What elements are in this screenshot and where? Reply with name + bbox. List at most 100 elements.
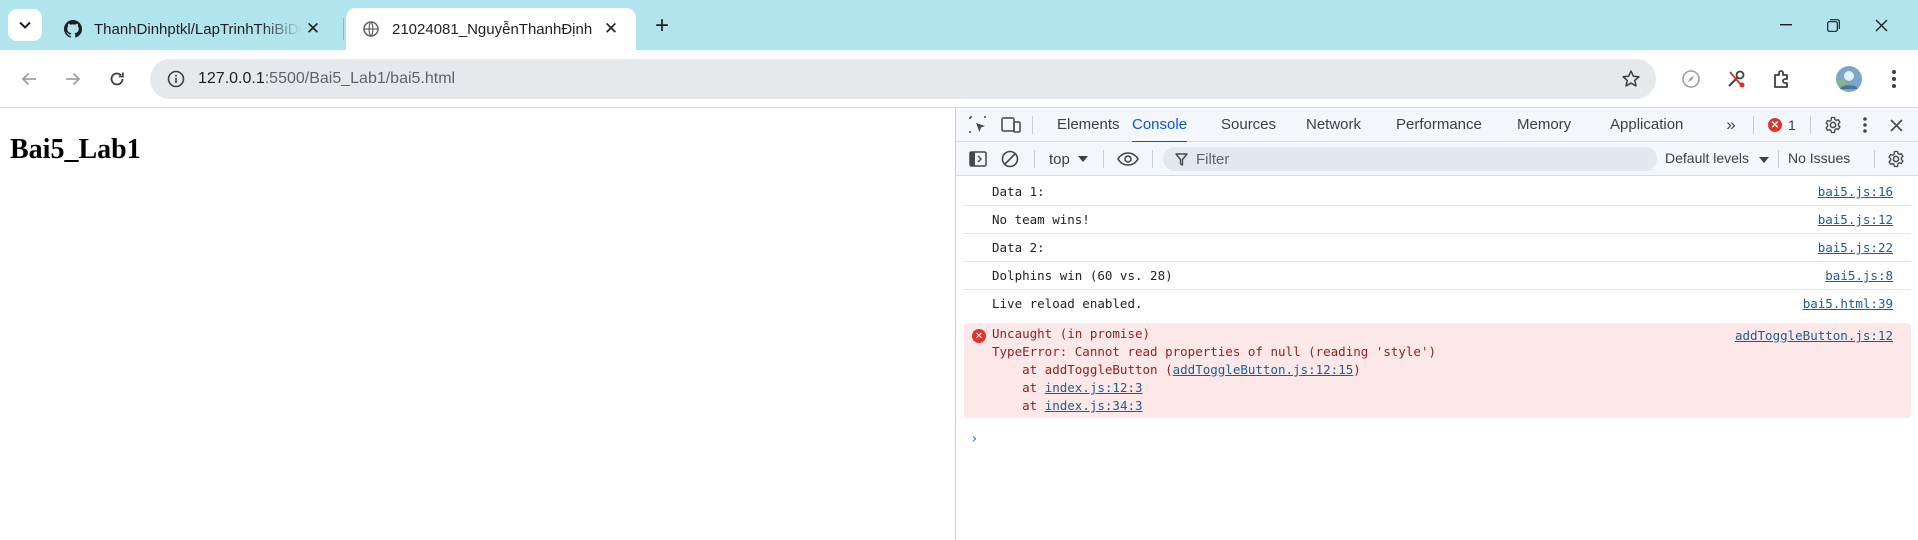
filter-placeholder: Filter xyxy=(1196,150,1230,168)
chevron-down-icon xyxy=(19,21,31,29)
more-vert-icon[interactable] xyxy=(1880,65,1908,93)
close-devtools-icon[interactable] xyxy=(1885,114,1907,136)
source-link[interactable]: addToggleButton.js:12 xyxy=(1735,327,1893,345)
tab-application[interactable]: Application xyxy=(1610,108,1683,142)
message-text: Dolphins win (60 vs. 28) xyxy=(992,268,1173,283)
source-link[interactable]: bai5.js:8 xyxy=(1825,262,1893,290)
extensions-icon[interactable] xyxy=(1768,65,1796,93)
toolbar-divider xyxy=(1032,116,1033,134)
tab-console[interactable]: Console xyxy=(1132,108,1188,143)
console-settings-gear-icon[interactable] xyxy=(1885,148,1907,170)
restore-icon xyxy=(1826,18,1840,32)
inspect-element-icon[interactable] xyxy=(967,114,989,136)
close-icon[interactable]: ✕ xyxy=(600,18,622,40)
device-toolbar-icon[interactable] xyxy=(1000,114,1022,136)
source-link[interactable]: bai5.js:12 xyxy=(1818,206,1893,234)
issues-button[interactable]: No Issues xyxy=(1788,150,1850,166)
stack-prefix: at xyxy=(992,398,1045,413)
clear-console-icon[interactable] xyxy=(999,148,1021,170)
toolbar-divider xyxy=(1874,150,1875,168)
toolbar-divider xyxy=(1753,116,1754,134)
tools-icon[interactable] xyxy=(1722,65,1750,93)
stack-frame: at addToggleButton (addToggleButton.js:1… xyxy=(992,361,1361,379)
caret-down-icon xyxy=(1758,157,1769,163)
page-heading: Bai5_Lab1 xyxy=(10,134,141,165)
message-text: Data 1: xyxy=(992,184,1045,199)
tab-github[interactable]: ThanhDinhptkl/LapTrinhThiBiDiDong ✕ xyxy=(48,8,338,50)
console-filter-input[interactable]: Filter xyxy=(1163,147,1657,171)
tab-strip: ThanhDinhptkl/LapTrinhThiBiDiDong ✕ 2102… xyxy=(0,0,1918,50)
tab-search-button[interactable] xyxy=(8,9,42,41)
stack-frame: at index.js:34:3 xyxy=(992,397,1143,415)
console-prompt[interactable]: › xyxy=(970,431,978,447)
eye-icon[interactable] xyxy=(1115,148,1141,170)
message-text: Live reload enabled. xyxy=(992,296,1143,311)
error-message: TypeError: Cannot read properties of nul… xyxy=(992,344,1437,359)
avatar[interactable] xyxy=(1834,64,1864,94)
arrow-left-icon xyxy=(21,72,36,86)
url-path: :5500/Bai5_Lab1/bai5.html xyxy=(264,70,456,87)
toolbar-divider xyxy=(1103,150,1104,168)
console-message: Data 2: bai5.js:22 xyxy=(964,234,1911,262)
minimize-button[interactable] xyxy=(1763,10,1809,40)
new-tab-button[interactable]: + xyxy=(647,12,677,40)
close-window-button[interactable] xyxy=(1858,10,1904,40)
forward-button[interactable] xyxy=(58,64,88,94)
site-info-icon[interactable] xyxy=(156,59,196,99)
more-vert-icon[interactable] xyxy=(1854,114,1876,136)
message-text: Data 2: xyxy=(992,240,1045,255)
back-button[interactable] xyxy=(14,64,44,94)
tab-performance[interactable]: Performance xyxy=(1396,108,1482,142)
error-icon: ✕ xyxy=(972,329,986,343)
stack-link[interactable]: index.js:12:3 xyxy=(1045,380,1143,395)
context-select[interactable]: top xyxy=(1049,149,1088,169)
source-link[interactable]: bai5.html:39 xyxy=(1803,290,1893,318)
close-icon[interactable]: ✕ xyxy=(302,18,324,40)
source-link[interactable]: bai5.js:16 xyxy=(1818,178,1893,206)
minimize-icon xyxy=(1780,24,1792,26)
error-count-badge[interactable]: ✕ 1 xyxy=(1768,115,1796,135)
log-levels-dropdown[interactable]: Default levels xyxy=(1665,150,1769,166)
stack-prefix: at addToggleButton ( xyxy=(992,362,1173,377)
tab-elements[interactable]: Elements xyxy=(1057,108,1120,142)
sidebar-toggle-icon[interactable] xyxy=(967,148,989,170)
stack-link[interactable]: index.js:34:3 xyxy=(1045,398,1143,413)
reload-icon xyxy=(110,72,124,86)
page-viewport: Bai5_Lab1 xyxy=(0,108,955,540)
filter-icon xyxy=(1175,152,1188,166)
context-label: top xyxy=(1049,150,1070,168)
github-icon xyxy=(64,20,82,38)
reload-button[interactable] xyxy=(102,64,132,94)
browser-toolbar: 127.0.0.1:5500/Bai5_Lab1/bai5.html xyxy=(0,50,1918,108)
url-text[interactable]: 127.0.0.1:5500/Bai5_Lab1/bai5.html xyxy=(198,70,455,88)
source-link[interactable]: bai5.js:22 xyxy=(1818,234,1893,262)
stack-link[interactable]: addToggleButton.js:12:15 xyxy=(1173,362,1354,377)
toolbar-divider xyxy=(1810,116,1811,134)
compass-icon[interactable] xyxy=(1677,65,1705,93)
tab-active-page[interactable]: 21024081_NguyễnThanhĐịnh ✕ xyxy=(346,8,636,50)
stack-prefix: at xyxy=(992,380,1045,395)
toolbar-divider xyxy=(1152,150,1153,168)
tab-network[interactable]: Network xyxy=(1306,108,1361,142)
toolbar-divider xyxy=(1034,150,1035,168)
stack-frame: at index.js:12:3 xyxy=(992,379,1143,397)
error-count: 1 xyxy=(1788,117,1796,133)
tab-memory[interactable]: Memory xyxy=(1517,108,1571,142)
settings-gear-icon[interactable] xyxy=(1822,114,1844,136)
toolbar-divider xyxy=(1778,150,1779,168)
tab-sources[interactable]: Sources xyxy=(1221,108,1276,142)
devtools-tabbar: Elements Console Sources Network Perform… xyxy=(956,108,1918,143)
globe-icon xyxy=(362,20,380,38)
address-bar[interactable]: 127.0.0.1:5500/Bai5_Lab1/bai5.html xyxy=(150,59,1656,99)
caret-down-icon xyxy=(1077,156,1088,162)
message-text: No team wins! xyxy=(992,212,1090,227)
error-title: Uncaught (in promise) xyxy=(992,326,1151,341)
more-tabs-icon[interactable]: » xyxy=(1720,114,1742,136)
restore-button[interactable] xyxy=(1810,10,1856,40)
console-filter-bar: top Filter Default levels No Issues xyxy=(956,142,1918,176)
console-message: Live reload enabled. bai5.html:39 xyxy=(964,290,1911,318)
arrow-right-icon xyxy=(66,72,81,86)
devtools-panel: Elements Console Sources Network Perform… xyxy=(955,108,1918,540)
tab-title: ThanhDinhptkl/LapTrinhThiBiDiDong xyxy=(94,20,302,38)
star-icon[interactable] xyxy=(1620,68,1642,90)
